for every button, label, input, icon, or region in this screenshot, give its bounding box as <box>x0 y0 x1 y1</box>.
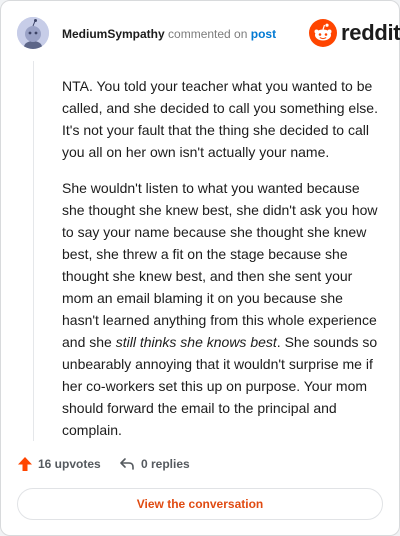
post-link[interactable]: post <box>251 27 276 41</box>
reply-count: 0 replies <box>141 457 190 471</box>
emphasis-text: still thinks she knows best <box>115 334 277 350</box>
comment-card: MediumSympathy commented on post reddit … <box>0 0 400 536</box>
replies-button[interactable]: 0 replies <box>119 454 190 474</box>
upvote-button[interactable]: 16 upvotes <box>17 454 101 474</box>
comment-meta: MediumSympathy commented on post <box>62 26 276 42</box>
comment-paragraph-1: NTA. You told your teacher what you want… <box>62 78 378 160</box>
view-conversation-button[interactable]: View the conversation <box>17 488 383 520</box>
reddit-logo-icon <box>309 19 337 47</box>
thread-line <box>33 61 34 441</box>
comment-header: MediumSympathy commented on post reddit <box>1 1 400 67</box>
comment-paragraph-2: She wouldn't listen to what you wanted b… <box>62 177 380 441</box>
comment-body: NTA. You told your teacher what you want… <box>62 75 380 455</box>
comment-footer: 16 upvotes 0 replies <box>1 449 400 479</box>
action-text: commented on <box>168 27 248 41</box>
paragraph-2-text-start: She wouldn't listen to what you wanted b… <box>62 180 378 350</box>
username[interactable]: MediumSympathy <box>62 27 165 41</box>
brand-wordmark: reddit <box>341 20 400 45</box>
upvote-count: 16 upvotes <box>38 457 101 471</box>
upvote-arrow-icon <box>18 457 32 471</box>
snoo-avatar-icon <box>17 17 49 49</box>
avatar[interactable] <box>17 17 49 49</box>
reply-arrow-icon <box>120 458 134 470</box>
